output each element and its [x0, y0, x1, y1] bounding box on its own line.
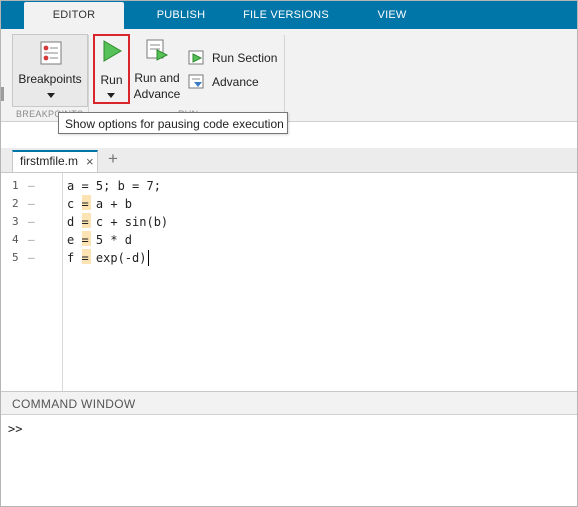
line-number-gutter: 1 — 2 — 3 — 4 — 5 — [0, 173, 63, 391]
line-number: 4 [12, 233, 19, 246]
chevron-down-icon [47, 93, 55, 98]
play-icon [103, 40, 122, 62]
line-number: 2 [12, 197, 19, 210]
run-tooltip: Show options for pausing code execution [58, 112, 288, 134]
code-editor[interactable]: 1 — 2 — 3 — 4 — 5 — a = 5; b = 7; c = a … [0, 173, 578, 391]
advance-label: Advance [212, 75, 259, 89]
command-prompt: >> [8, 422, 23, 436]
tab-view[interactable]: VIEW [350, 2, 434, 29]
line-marker[interactable]: — [28, 179, 35, 192]
line-marker[interactable]: — [28, 215, 35, 228]
run-and-advance-icon [146, 39, 169, 61]
breakpoints-label: Breakpoints [18, 72, 82, 86]
breakpoints-icon [40, 41, 62, 65]
add-tab-icon[interactable]: + [108, 149, 118, 169]
line-marker[interactable]: — [28, 233, 35, 246]
code-line[interactable]: a = 5; b = 7; [67, 179, 161, 193]
run-and-advance-button[interactable]: Run and Advance [132, 34, 182, 104]
run-and-advance-label-2: Advance [133, 87, 181, 101]
advance-button[interactable]: Advance [188, 73, 280, 91]
advance-icon [188, 74, 204, 89]
tab-file-versions[interactable]: FILE VERSIONS [236, 2, 336, 29]
tab-publish[interactable]: PUBLISH [136, 2, 226, 29]
line-number: 3 [12, 215, 19, 228]
file-tab-firstmfile[interactable]: firstmfile.m × [12, 150, 98, 172]
text-cursor [148, 250, 149, 266]
command-window[interactable]: >> [0, 416, 578, 507]
toolstrip-tabs: EDITOR PUBLISH FILE VERSIONS VIEW [0, 0, 578, 29]
code-line[interactable]: f = exp(-d) [67, 251, 146, 265]
breakpoints-button[interactable]: Breakpoints [12, 34, 88, 107]
run-and-advance-label-1: Run and [134, 71, 180, 85]
scroll-left-icon[interactable] [0, 87, 4, 101]
close-icon[interactable]: × [86, 152, 94, 171]
run-label: Run [100, 73, 123, 87]
line-marker[interactable]: — [28, 197, 35, 210]
file-tab-label: firstmfile.m [20, 154, 78, 168]
code-line[interactable]: c = a + b [67, 197, 132, 211]
run-button[interactable]: Run [93, 34, 130, 104]
run-section-label: Run Section [212, 51, 278, 65]
code-line[interactable]: d = c + sin(b) [67, 215, 168, 229]
line-number: 5 [12, 251, 19, 264]
group-divider [88, 35, 89, 115]
chevron-down-icon[interactable] [107, 93, 115, 98]
code-line[interactable]: e = 5 * d [67, 233, 132, 247]
ribbon: Breakpoints BREAKPOINTS Run Run and Adva… [0, 29, 578, 122]
command-window-title: COMMAND WINDOW [0, 391, 578, 415]
line-number: 1 [12, 179, 19, 192]
line-marker[interactable]: — [28, 251, 35, 264]
run-section-button[interactable]: Run Section [188, 49, 280, 67]
editor-tabs: firstmfile.m × + [0, 148, 578, 173]
group-divider [284, 35, 285, 115]
tab-editor[interactable]: EDITOR [24, 2, 124, 29]
run-section-icon [188, 50, 204, 65]
